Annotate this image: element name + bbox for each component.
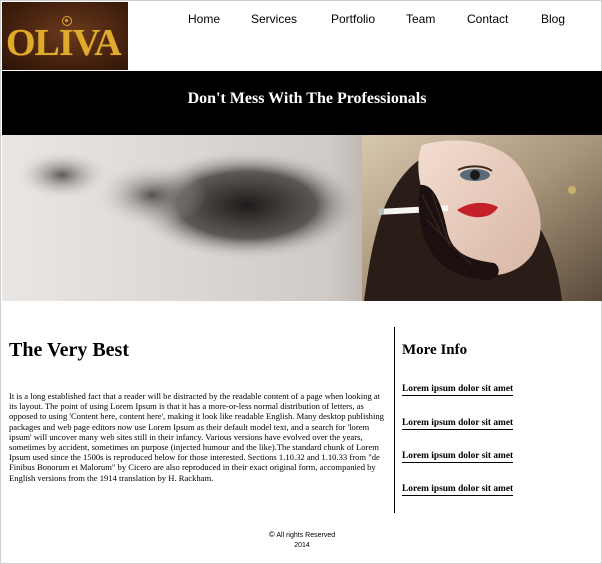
nav-home-link[interactable]: Home xyxy=(188,12,220,26)
nav-services-link[interactable]: Services xyxy=(251,12,297,26)
sidebar-link-4[interactable]: Lorem ipsum dolor sit amet xyxy=(402,484,514,496)
hero-image xyxy=(2,135,602,301)
footer: © All rights Reserved 2014 xyxy=(1,530,602,551)
footer-year: 2014 xyxy=(294,542,310,549)
tagline-banner: Don't Mess With The Professionals xyxy=(2,71,602,135)
footer-rights: All rights Reserved xyxy=(276,532,336,539)
sidebar-link-3[interactable]: Lorem ipsum dolor sit amet xyxy=(402,451,514,463)
main-nav: Home Services Portfolio Team Contact Blo… xyxy=(1,12,602,28)
woman-smoking-cigar-photo-icon xyxy=(17,135,602,301)
main-body-text: It is a long established fact that a rea… xyxy=(9,391,384,483)
nav-team-link[interactable]: Team xyxy=(406,12,435,26)
nav-contact-link[interactable]: Contact xyxy=(467,12,508,26)
copyright-icon: © xyxy=(268,530,275,539)
sidebar-link-1[interactable]: Lorem ipsum dolor sit amet xyxy=(402,384,514,396)
logo-text: OLIVA xyxy=(6,22,122,64)
nav-portfolio-link[interactable]: Portfolio xyxy=(331,12,375,26)
page-frame: OLIVA Home Services Portfolio Team Conta… xyxy=(0,0,602,564)
main-title: The Very Best xyxy=(9,339,129,361)
banner-title: Don't Mess With The Professionals xyxy=(187,90,427,107)
column-divider xyxy=(394,327,395,513)
sidebar-title: More Info xyxy=(402,342,468,358)
nav-blog-link[interactable]: Blog xyxy=(541,12,565,26)
sidebar-link-2[interactable]: Lorem ipsum dolor sit amet xyxy=(402,418,514,430)
